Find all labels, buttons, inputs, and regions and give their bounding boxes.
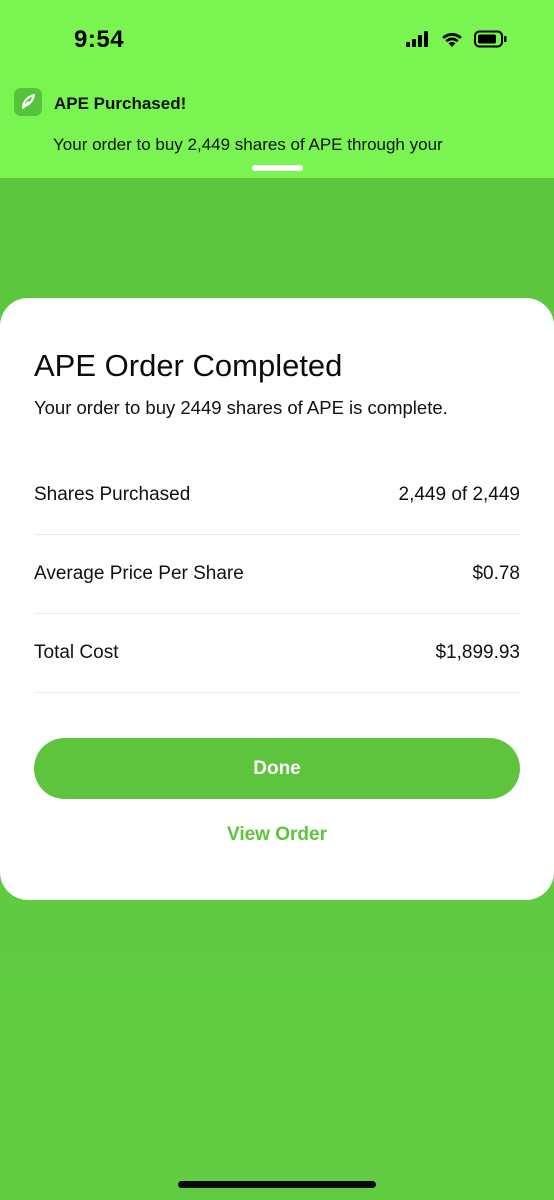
cellular-signal-icon <box>406 31 430 52</box>
card-subtitle: Your order to buy 2449 shares of APE is … <box>34 397 448 418</box>
notification-body: Your order to buy 2,449 shares of APE th… <box>53 135 443 154</box>
banner-drag-handle[interactable] <box>252 165 303 171</box>
home-indicator[interactable] <box>178 1181 376 1188</box>
done-button[interactable]: Done <box>34 738 520 799</box>
detail-value: $0.78 <box>472 563 520 584</box>
detail-label: Shares Purchased <box>34 484 191 505</box>
detail-label: Total Cost <box>34 642 119 663</box>
status-bar: 9:54 <box>0 0 554 80</box>
notification-title: APE Purchased! <box>54 94 187 113</box>
card-title: APE Order Completed <box>34 348 343 383</box>
robinhood-feather-icon <box>14 88 42 116</box>
wifi-icon <box>440 30 464 53</box>
detail-value: 2,449 of 2,449 <box>398 484 521 505</box>
status-time: 9:54 <box>74 26 125 53</box>
detail-row-shares-purchased: Shares Purchased 2,449 of 2,449 <box>34 456 520 535</box>
detail-row-total-cost: Total Cost $1,899.93 <box>34 614 520 693</box>
detail-value: $1,899.93 <box>435 642 520 663</box>
detail-row-average-price: Average Price Per Share $0.78 <box>34 535 520 614</box>
order-completed-card: APE Order Completed Your order to buy 24… <box>0 298 554 900</box>
status-icons <box>406 30 508 53</box>
battery-icon <box>474 30 508 53</box>
detail-label: Average Price Per Share <box>34 563 244 584</box>
view-order-link[interactable]: View Order <box>0 824 554 846</box>
